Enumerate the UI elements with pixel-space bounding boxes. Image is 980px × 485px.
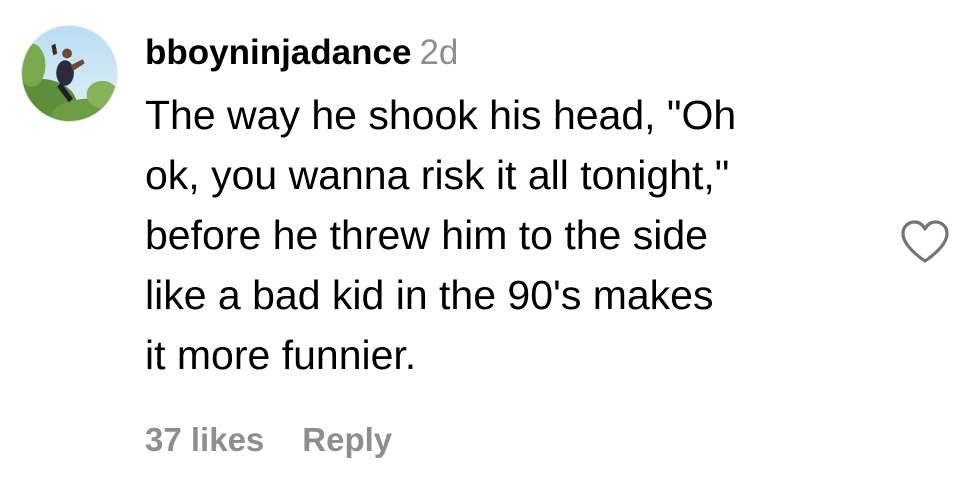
heart-outline-icon [901, 220, 949, 263]
reply-button[interactable]: Reply [302, 421, 392, 458]
comment-body: bboyninjadance 2d The way he shook his he… [145, 31, 865, 385]
comment-item: bboyninjadance 2d The way he shook his he… [0, 0, 980, 485]
comment-header: bboyninjadance 2d [145, 31, 865, 75]
avatar[interactable] [21, 25, 118, 122]
avatar-image [22, 26, 117, 121]
comment-text: The way he shook his head, "Oh ok, you w… [145, 92, 737, 378]
like-button[interactable] [899, 219, 951, 265]
likes-count-button[interactable]: 37 likes [145, 421, 264, 458]
comment-actions: 37 likes Reply [145, 420, 392, 460]
username-link[interactable]: bboyninjadance [145, 33, 411, 72]
comment-timestamp[interactable]: 2d [419, 33, 458, 72]
